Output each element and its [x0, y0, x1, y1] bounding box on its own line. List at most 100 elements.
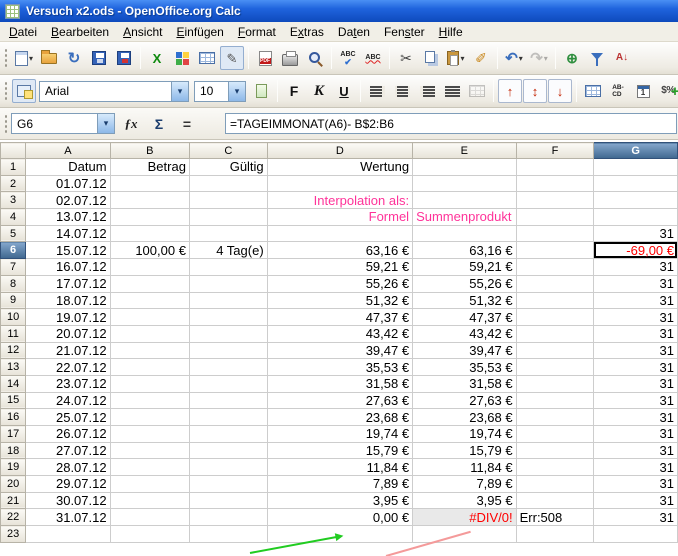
cell-B13[interactable]: [110, 359, 189, 376]
cell-G16[interactable]: 31: [594, 409, 678, 426]
cell-C7[interactable]: [189, 259, 267, 276]
cell-C16[interactable]: [189, 409, 267, 426]
row-header-16[interactable]: 16: [1, 409, 26, 426]
column-header-F[interactable]: F: [516, 143, 594, 159]
row-header-8[interactable]: 8: [1, 275, 26, 292]
redo-dropdown-icon[interactable]: ▾: [544, 54, 548, 63]
font-name-combo-dropdown-icon[interactable]: ▾: [171, 82, 188, 101]
cell-F4[interactable]: [516, 209, 594, 226]
cell-G10[interactable]: 31: [594, 309, 678, 326]
print-button[interactable]: [278, 46, 302, 70]
cell-D6[interactable]: 63,16 €: [267, 242, 412, 259]
cell-C4[interactable]: [189, 209, 267, 226]
column-header-D[interactable]: D: [267, 143, 412, 159]
column-header-B[interactable]: B: [110, 143, 189, 159]
cell-F19[interactable]: [516, 459, 594, 476]
cell-G7[interactable]: 31: [594, 259, 678, 276]
cell-C6[interactable]: 4 Tag(e): [189, 242, 267, 259]
row-header-9[interactable]: 9: [1, 292, 26, 309]
cell-F8[interactable]: [516, 275, 594, 292]
cell-F1[interactable]: [516, 159, 594, 176]
cell-B7[interactable]: [110, 259, 189, 276]
cell-D4[interactable]: Formel: [267, 209, 412, 226]
cell-A18[interactable]: 27.07.12: [26, 442, 110, 459]
cell-C2[interactable]: [189, 175, 267, 192]
cell-B9[interactable]: [110, 292, 189, 309]
sum-button[interactable]: Σ: [147, 112, 171, 136]
cell-B2[interactable]: [110, 175, 189, 192]
autofilter-button[interactable]: [585, 46, 609, 70]
cell-F9[interactable]: [516, 292, 594, 309]
cell-C20[interactable]: [189, 476, 267, 493]
cell-E3[interactable]: [413, 192, 517, 209]
cell-C19[interactable]: [189, 459, 267, 476]
cell-G15[interactable]: 31: [594, 392, 678, 409]
cell-B5[interactable]: [110, 225, 189, 242]
cell-E13[interactable]: 35,53 €: [413, 359, 517, 376]
cell-A21[interactable]: 30.07.12: [26, 492, 110, 509]
cell-C17[interactable]: [189, 426, 267, 443]
cell-C14[interactable]: [189, 375, 267, 392]
cell-C13[interactable]: [189, 359, 267, 376]
cell-F21[interactable]: [516, 492, 594, 509]
cell-C18[interactable]: [189, 442, 267, 459]
cell-F2[interactable]: [516, 175, 594, 192]
column-header-A[interactable]: A: [26, 143, 110, 159]
undo-dropdown-icon[interactable]: ▾: [519, 54, 523, 63]
row-header-2[interactable]: 2: [1, 175, 26, 192]
cell-F18[interactable]: [516, 442, 594, 459]
cell-G12[interactable]: 31: [594, 342, 678, 359]
cell-B16[interactable]: [110, 409, 189, 426]
cell-G14[interactable]: 31: [594, 375, 678, 392]
styles-window-button[interactable]: [12, 79, 36, 103]
cell-E21[interactable]: 3,95 €: [413, 492, 517, 509]
cell-F20[interactable]: [516, 476, 594, 493]
format-paintbrush-button[interactable]: ✐: [469, 46, 493, 70]
cell-A5[interactable]: 14.07.12: [26, 225, 110, 242]
export-pdf-button[interactable]: [253, 46, 277, 70]
cell-A13[interactable]: 22.07.12: [26, 359, 110, 376]
cell-D19[interactable]: 11,84 €: [267, 459, 412, 476]
hyperlink-globe-button[interactable]: ⊕: [560, 46, 584, 70]
cell-A12[interactable]: 21.07.12: [26, 342, 110, 359]
cell-G2[interactable]: [594, 175, 678, 192]
cell-G6[interactable]: -69,00 €: [594, 242, 678, 259]
row-header-6[interactable]: 6: [1, 242, 26, 259]
align-center-button[interactable]: [390, 79, 414, 103]
choose-themes-button[interactable]: [170, 46, 194, 70]
font-effects-button[interactable]: AB- CD: [606, 79, 630, 103]
cell-B12[interactable]: [110, 342, 189, 359]
cell-E2[interactable]: [413, 175, 517, 192]
menu-hilfe[interactable]: Hilfe: [432, 23, 470, 41]
cell-A17[interactable]: 26.07.12: [26, 426, 110, 443]
cell-E17[interactable]: 19,74 €: [413, 426, 517, 443]
cell-D11[interactable]: 43,42 €: [267, 325, 412, 342]
menu-daten[interactable]: Daten: [331, 23, 377, 41]
menu-bearbeiten[interactable]: Bearbeiten: [44, 23, 116, 41]
cell-D5[interactable]: [267, 225, 412, 242]
cell-D17[interactable]: 19,74 €: [267, 426, 412, 443]
cell-F13[interactable]: [516, 359, 594, 376]
cell-F15[interactable]: [516, 392, 594, 409]
cell-F17[interactable]: [516, 426, 594, 443]
cell-D1[interactable]: Wertung: [267, 159, 412, 176]
cell-D15[interactable]: 27,63 €: [267, 392, 412, 409]
cell-E16[interactable]: 23,68 €: [413, 409, 517, 426]
cell-A14[interactable]: 23.07.12: [26, 375, 110, 392]
cell-E1[interactable]: [413, 159, 517, 176]
cell-C21[interactable]: [189, 492, 267, 509]
cell-E11[interactable]: 43,42 €: [413, 325, 517, 342]
cell-G18[interactable]: 31: [594, 442, 678, 459]
copy-button[interactable]: [419, 46, 443, 70]
row-header-14[interactable]: 14: [1, 375, 26, 392]
cell-D20[interactable]: 7,89 €: [267, 476, 412, 493]
cell-B1[interactable]: Betrag: [110, 159, 189, 176]
cell-F7[interactable]: [516, 259, 594, 276]
sort-descending-button[interactable]: A↓: [610, 46, 634, 70]
row-header-12[interactable]: 12: [1, 342, 26, 359]
paste-dropdown-icon[interactable]: ▾: [460, 54, 464, 63]
cell-A15[interactable]: 24.07.12: [26, 392, 110, 409]
cell-A22[interactable]: 31.07.12: [26, 509, 110, 526]
cell-D10[interactable]: 47,37 €: [267, 309, 412, 326]
cell-A16[interactable]: 25.07.12: [26, 409, 110, 426]
